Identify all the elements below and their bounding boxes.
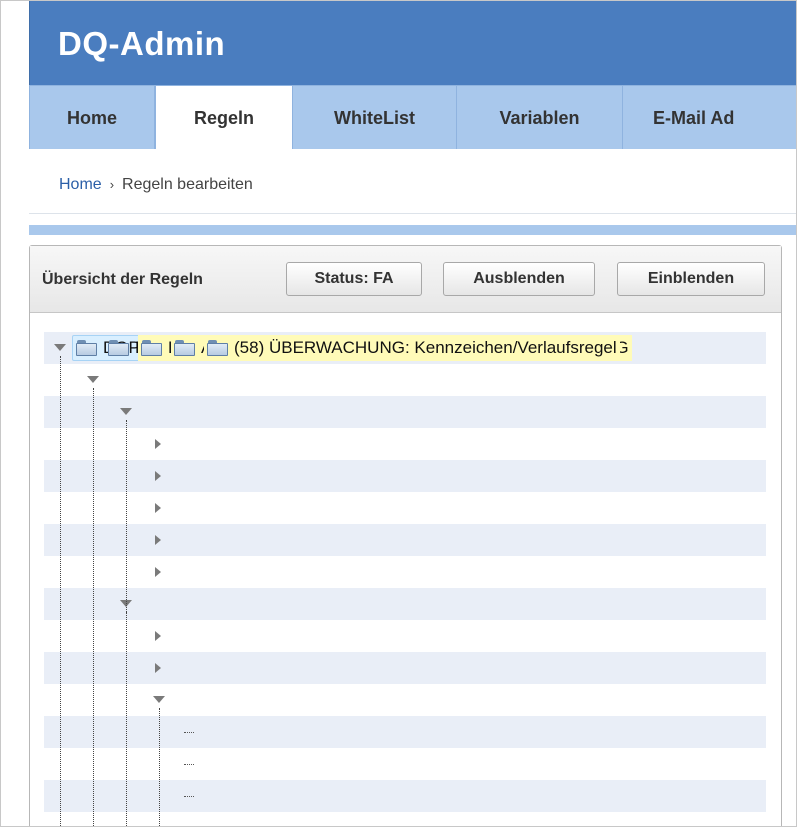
tree-row <box>44 556 766 588</box>
tree-row <box>44 780 766 812</box>
tree-row <box>44 716 766 748</box>
status-filter-button[interactable]: Status: FA <box>286 262 422 296</box>
collapse-button[interactable]: Ausblenden <box>443 262 595 296</box>
rules-toolbar: Übersicht der Regeln Status: FA Ausblend… <box>30 246 781 313</box>
folder-icon <box>108 340 130 356</box>
tree-connector <box>184 732 194 733</box>
breadcrumb-separator: › <box>109 177 115 192</box>
breadcrumb-current: Regeln bearbeiten <box>122 176 253 193</box>
tree-row <box>44 364 766 396</box>
tree-row <box>44 460 766 492</box>
rules-panel: Übersicht der Regeln Status: FA Ausblend… <box>29 245 782 826</box>
tab-variablen[interactable]: Variablen <box>457 86 623 150</box>
tree-row <box>44 620 766 652</box>
tree-row <box>44 396 766 428</box>
app-header: DQ-Admin <box>29 1 796 85</box>
tree-row <box>44 652 766 684</box>
main-nav: Home Regeln WhiteList Variablen E-Mail A… <box>29 85 796 150</box>
expander-expanded-icon[interactable] <box>153 696 165 703</box>
tree-row <box>44 748 766 780</box>
tab-regeln[interactable]: Regeln <box>155 86 293 150</box>
tree-row <box>44 524 766 556</box>
breadcrumb-bar: Home › Regeln bearbeiten <box>29 149 796 214</box>
tree-guide-line <box>126 612 127 826</box>
tree-row <box>44 428 766 460</box>
tree-node[interactable]: (58) ÜBERWACHUNG: Kennzeichen/Verlaufsre… <box>204 335 620 361</box>
divider-bar <box>29 225 796 235</box>
tree-row <box>44 812 766 826</box>
tree-guide-line <box>93 388 94 826</box>
folder-icon <box>76 340 98 356</box>
expander-collapsed-icon[interactable] <box>155 471 161 481</box>
tab-whitelist[interactable]: WhiteList <box>293 86 457 150</box>
tree-guide-line <box>159 708 160 826</box>
expander-collapsed-icon[interactable] <box>155 439 161 449</box>
tree-guide-line <box>60 356 61 826</box>
tree-connector <box>184 796 194 797</box>
rules-overview-title: Übersicht der Regeln <box>42 271 203 288</box>
folder-icon <box>207 340 229 356</box>
tree-node-label: (58) ÜBERWACHUNG: Kennzeichen/Verlaufsre… <box>234 338 617 357</box>
tree-connector <box>184 764 194 765</box>
expander-expanded-icon[interactable] <box>120 408 132 415</box>
expander-collapsed-icon[interactable] <box>155 567 161 577</box>
folder-icon <box>174 340 196 356</box>
expander-expanded-icon[interactable] <box>54 344 66 351</box>
expand-button[interactable]: Einblenden <box>617 262 765 296</box>
expander-expanded-icon[interactable] <box>87 376 99 383</box>
app-title: DQ-Admin <box>58 25 226 62</box>
app-window: DQ-Admin Home Regeln WhiteList Variablen… <box>0 0 797 827</box>
folder-icon <box>141 340 163 356</box>
tree-row <box>44 588 766 620</box>
breadcrumb-home-link[interactable]: Home <box>59 176 102 193</box>
breadcrumb: Home › Regeln bearbeiten <box>59 176 253 194</box>
expander-collapsed-icon[interactable] <box>155 663 161 673</box>
expander-collapsed-icon[interactable] <box>155 503 161 513</box>
expander-collapsed-icon[interactable] <box>155 631 161 641</box>
tree-row <box>44 492 766 524</box>
tab-home[interactable]: Home <box>29 86 155 150</box>
expander-collapsed-icon[interactable] <box>155 535 161 545</box>
tab-email[interactable]: E-Mail Ad <box>623 86 796 150</box>
